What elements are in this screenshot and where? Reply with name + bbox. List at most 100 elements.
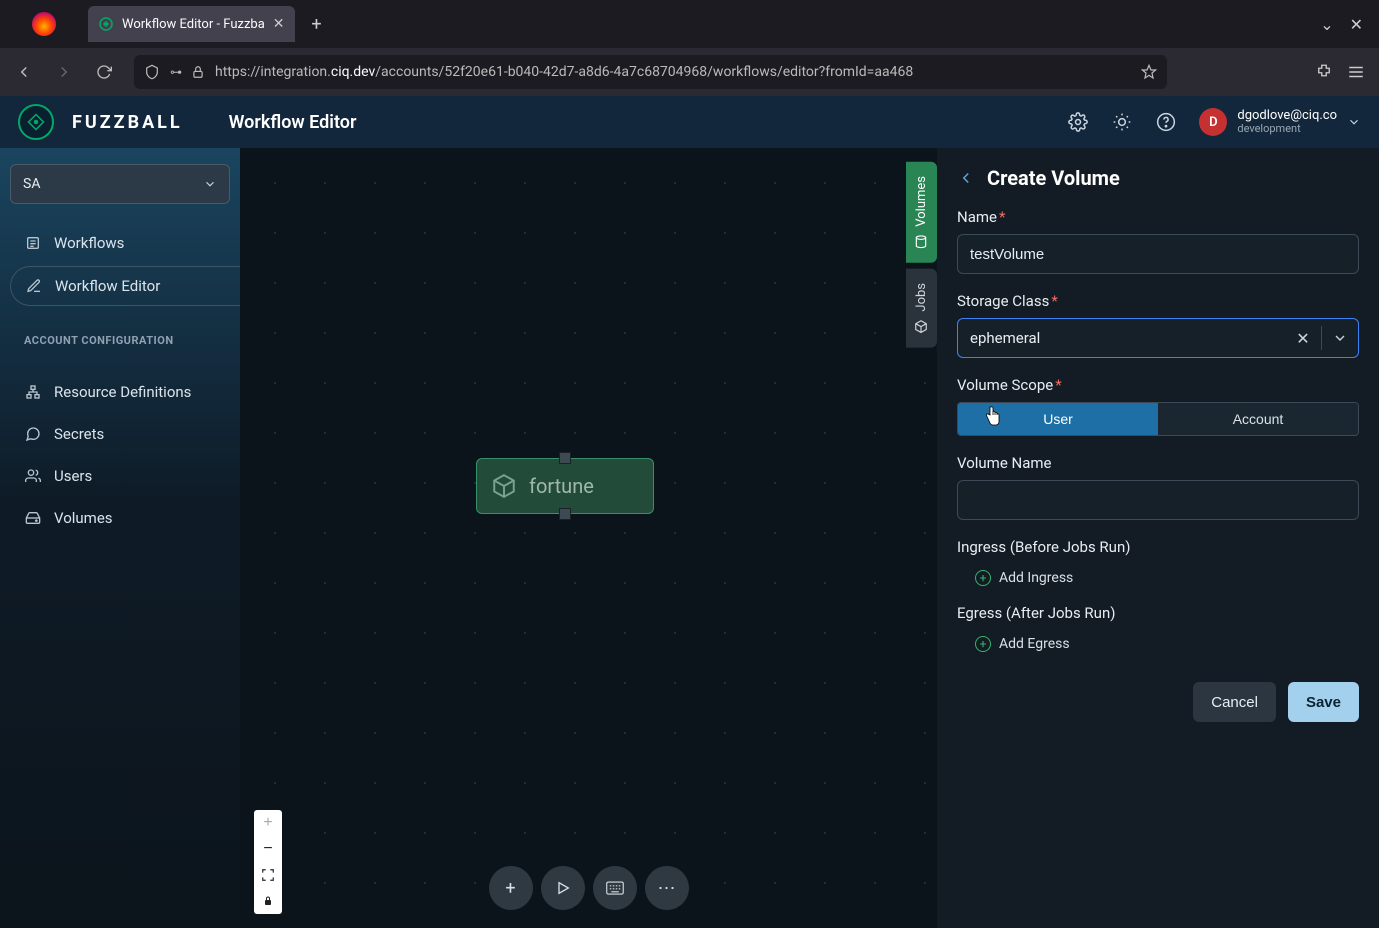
sidebar-item-label: Workflows <box>54 234 124 252</box>
storage-class-label: Storage Class* <box>957 292 1359 310</box>
canvas-tab-volumes[interactable]: Volumes <box>906 162 937 263</box>
cube-icon <box>491 473 517 499</box>
bookmark-icon[interactable] <box>1141 64 1157 80</box>
storage-class-select[interactable]: ephemeral ✕ <box>957 318 1359 358</box>
plus-circle-icon: + <box>975 636 991 652</box>
node-handle-top[interactable] <box>559 452 571 464</box>
browser-tab[interactable]: Workflow Editor - Fuzzba ✕ <box>88 6 295 42</box>
user-env: development <box>1237 123 1337 135</box>
cancel-button[interactable]: Cancel <box>1193 682 1276 722</box>
user-menu[interactable]: D dgodlove@ciq.co development <box>1199 108 1361 136</box>
sidebar-item-workflows[interactable]: Workflows <box>10 224 230 262</box>
panel-title: Create Volume <box>987 166 1120 190</box>
node-handle-bottom[interactable] <box>559 508 571 520</box>
zoom-out-button[interactable]: − <box>254 836 282 862</box>
plus-circle-icon: + <box>975 570 991 586</box>
browser-tab-strip: Workflow Editor - Fuzzba ✕ + ⌄ ✕ <box>0 0 1379 48</box>
sidebar: SA Workflows Workflow Editor <box>0 148 240 928</box>
edit-icon <box>25 278 43 294</box>
url-bar[interactable]: ⊶ https://integration.ciq.dev/accounts/5… <box>134 55 1167 89</box>
firefox-icon <box>32 12 56 36</box>
sidebar-item-label: Secrets <box>54 425 104 443</box>
volume-name-input[interactable] <box>957 480 1359 520</box>
disk-icon <box>24 510 42 526</box>
gear-icon[interactable] <box>1067 111 1089 133</box>
name-input[interactable] <box>957 234 1359 274</box>
workflow-node[interactable]: fortune <box>476 458 654 514</box>
sitemap-icon <box>24 384 42 400</box>
more-button[interactable]: ⋯ <box>645 866 689 910</box>
app-header: FUZZBALL Workflow Editor D dgodlove@ciq.… <box>0 96 1379 148</box>
sidebar-item-label: Workflow Editor <box>55 277 160 295</box>
canvas-tab-jobs[interactable]: Jobs <box>906 269 937 348</box>
back-button[interactable] <box>8 56 40 88</box>
tabs-dropdown-icon[interactable]: ⌄ <box>1320 15 1333 34</box>
shield-icon <box>144 64 160 80</box>
permissions-icon[interactable]: ⊶ <box>170 65 181 79</box>
new-tab-button[interactable]: + <box>303 10 331 38</box>
close-icon[interactable]: ✕ <box>273 16 285 32</box>
sidebar-item-label: Resource Definitions <box>54 383 191 401</box>
brand-name: FUZZBALL <box>72 112 183 133</box>
reload-button[interactable] <box>88 56 120 88</box>
chat-icon <box>24 426 42 442</box>
add-egress-button[interactable]: + Add Egress <box>957 630 1359 652</box>
fit-view-button[interactable] <box>254 862 282 888</box>
menu-icon[interactable] <box>1347 63 1365 81</box>
help-icon[interactable] <box>1155 111 1177 133</box>
volume-name-label: Volume Name <box>957 454 1359 472</box>
extensions-icon[interactable] <box>1315 63 1333 81</box>
lock-icon <box>191 65 205 79</box>
tab-title: Workflow Editor - Fuzzba <box>122 17 265 32</box>
sidebar-item-label: Users <box>54 467 92 485</box>
url-text: https://integration.ciq.dev/accounts/52f… <box>215 64 1131 80</box>
name-label: Name* <box>957 208 1359 226</box>
keyboard-button[interactable] <box>593 866 637 910</box>
user-email: dgodlove@ciq.co <box>1237 109 1337 123</box>
canvas-toolbar: + ⋯ <box>489 866 689 910</box>
chevron-down-icon <box>203 177 217 191</box>
lock-button[interactable] <box>254 888 282 914</box>
add-ingress-button[interactable]: + Add Ingress <box>957 564 1359 586</box>
page-title: Workflow Editor <box>229 112 357 133</box>
cube-icon <box>915 319 929 333</box>
theme-icon[interactable] <box>1111 111 1133 133</box>
database-icon <box>915 235 929 249</box>
account-selector-value: SA <box>23 176 40 192</box>
volume-scope-label: Volume Scope* <box>957 376 1359 394</box>
run-button[interactable] <box>541 866 585 910</box>
zoom-in-button[interactable]: + <box>254 810 282 836</box>
sidebar-item-label: Volumes <box>54 509 113 527</box>
node-label: fortune <box>529 474 594 498</box>
workflow-canvas[interactable]: Volumes Jobs fortune + − <box>240 148 937 928</box>
ingress-label: Ingress (Before Jobs Run) <box>957 538 1359 556</box>
sidebar-item-secrets[interactable]: Secrets <box>10 415 230 453</box>
logo-icon <box>18 104 54 140</box>
forward-button[interactable] <box>48 56 80 88</box>
egress-label: Egress (After Jobs Run) <box>957 604 1359 622</box>
scope-user-button[interactable]: User <box>958 403 1158 435</box>
users-icon <box>24 468 42 484</box>
tab-favicon <box>98 16 114 32</box>
browser-nav-bar: ⊶ https://integration.ciq.dev/accounts/5… <box>0 48 1379 96</box>
sidebar-item-resource-definitions[interactable]: Resource Definitions <box>10 373 230 411</box>
storage-class-value: ephemeral <box>970 329 1291 347</box>
sidebar-section-label: ACCOUNT CONFIGURATION <box>10 318 230 353</box>
sidebar-item-volumes[interactable]: Volumes <box>10 499 230 537</box>
sidebar-item-workflow-editor[interactable]: Workflow Editor <box>10 266 240 306</box>
clear-icon[interactable]: ✕ <box>1291 329 1315 348</box>
scope-account-button[interactable]: Account <box>1158 403 1358 435</box>
list-icon <box>24 235 42 251</box>
avatar: D <box>1199 108 1227 136</box>
volume-scope-toggle: User Account <box>957 402 1359 436</box>
chevron-down-icon[interactable] <box>1328 330 1352 346</box>
add-button[interactable]: + <box>489 866 533 910</box>
sidebar-item-users[interactable]: Users <box>10 457 230 495</box>
create-volume-panel: Create Volume Name* Storage Class* ephem… <box>937 148 1379 928</box>
zoom-controls: + − <box>254 810 282 914</box>
save-button[interactable]: Save <box>1288 682 1359 722</box>
chevron-down-icon <box>1347 115 1361 129</box>
window-close-icon[interactable]: ✕ <box>1350 15 1363 34</box>
account-selector[interactable]: SA <box>10 164 230 204</box>
back-arrow-icon[interactable] <box>957 169 975 187</box>
